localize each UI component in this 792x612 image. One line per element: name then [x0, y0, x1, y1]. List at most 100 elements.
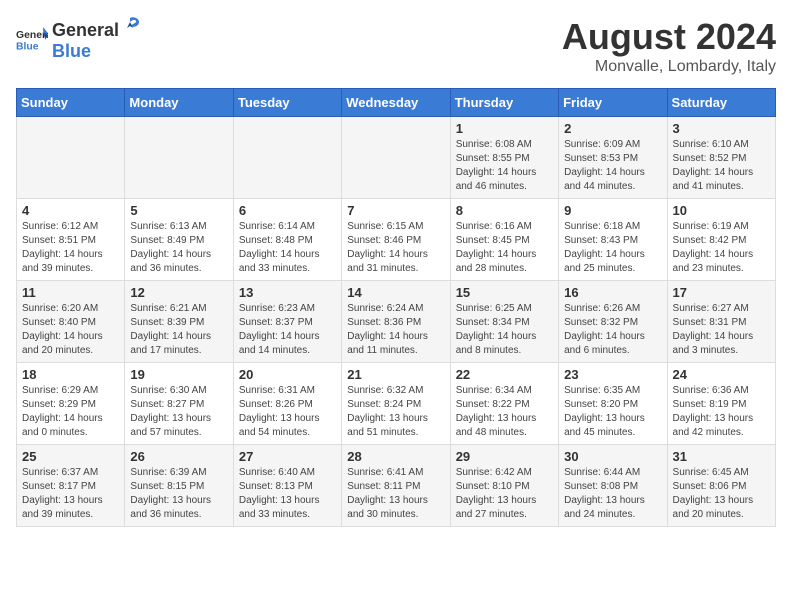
- cell-1-6: 10 Sunrise: 6:19 AM Sunset: 8:42 PM Dayli…: [667, 199, 775, 281]
- cell-4-2: 27 Sunrise: 6:40 AM Sunset: 8:13 PM Dayli…: [233, 445, 341, 527]
- day-number: 8: [456, 203, 553, 218]
- day-number: 7: [347, 203, 444, 218]
- day-number: 18: [22, 367, 119, 382]
- cell-1-2: 6Sunrise: 6:14 AM Sunset: 8:48 PM Daylig…: [233, 199, 341, 281]
- day-info: Sunrise: 6:24 AM Sunset: 8:36 PM Dayligh…: [347, 302, 444, 358]
- day-number: 27: [239, 449, 336, 464]
- cell-3-4: 22 Sunrise: 6:34 AM Sunset: 8:22 PM Dayli…: [450, 363, 558, 445]
- day-number: 19: [130, 367, 227, 382]
- day-info: Sunrise: 6:19 AM Sunset: 8:42 PM Dayligh…: [673, 220, 770, 276]
- day-info: Sunrise: 6:45 AM Sunset: 8:06 PM Dayligh…: [673, 466, 770, 522]
- day-info: Sunrise: 6:40 AM Sunset: 8:13 PM Dayligh…: [239, 466, 336, 522]
- day-info: Sunrise: 6:21 AM Sunset: 8:39 PM Dayligh…: [130, 302, 227, 358]
- cell-3-2: 20Sunrise: 6:31 AM Sunset: 8:26 PM Dayli…: [233, 363, 341, 445]
- header-row: SundayMondayTuesdayWednesdayThursdayFrid…: [17, 89, 776, 117]
- header-tuesday: Tuesday: [233, 89, 341, 117]
- day-info: Sunrise: 6:32 AM Sunset: 8:24 PM Dayligh…: [347, 384, 444, 440]
- header-thursday: Thursday: [450, 89, 558, 117]
- cell-0-6: 3Sunrise: 6:10 AM Sunset: 8:52 PM Daylig…: [667, 117, 775, 199]
- day-info: Sunrise: 6:25 AM Sunset: 8:34 PM Dayligh…: [456, 302, 553, 358]
- cell-2-1: 12 Sunrise: 6:21 AM Sunset: 8:39 PM Dayli…: [125, 281, 233, 363]
- header-wednesday: Wednesday: [342, 89, 450, 117]
- day-number: 10: [673, 203, 770, 218]
- svg-text:Blue: Blue: [16, 41, 39, 52]
- cell-3-0: 18 Sunrise: 6:29 AM Sunset: 8:29 PM Dayli…: [17, 363, 125, 445]
- day-number: 4: [22, 203, 119, 218]
- cell-2-6: 17Sunrise: 6:27 AM Sunset: 8:31 PM Dayli…: [667, 281, 775, 363]
- day-number: 30: [564, 449, 661, 464]
- day-info: Sunrise: 6:41 AM Sunset: 8:11 PM Dayligh…: [347, 466, 444, 522]
- cell-0-3: [342, 117, 450, 199]
- cell-1-5: 9 Sunrise: 6:18 AM Sunset: 8:43 PM Daylig…: [559, 199, 667, 281]
- cell-4-0: 25 Sunrise: 6:37 AM Sunset: 8:17 PM Dayli…: [17, 445, 125, 527]
- main-title: August 2024: [562, 16, 776, 58]
- cell-3-6: 24 Sunrise: 6:36 AM Sunset: 8:19 PM Dayli…: [667, 363, 775, 445]
- cell-3-3: 21 Sunrise: 6:32 AM Sunset: 8:24 PM Dayli…: [342, 363, 450, 445]
- week-row-3: 11Sunrise: 6:20 AM Sunset: 8:40 PM Dayli…: [17, 281, 776, 363]
- cell-1-0: 4 Sunrise: 6:12 AM Sunset: 8:51 PM Daylig…: [17, 199, 125, 281]
- day-info: Sunrise: 6:26 AM Sunset: 8:32 PM Dayligh…: [564, 302, 661, 358]
- day-info: Sunrise: 6:39 AM Sunset: 8:15 PM Dayligh…: [130, 466, 227, 522]
- day-number: 26: [130, 449, 227, 464]
- cell-2-5: 16 Sunrise: 6:26 AM Sunset: 8:32 PM Dayli…: [559, 281, 667, 363]
- day-number: 9: [564, 203, 661, 218]
- day-number: 5: [130, 203, 227, 218]
- cell-4-1: 26 Sunrise: 6:39 AM Sunset: 8:15 PM Dayli…: [125, 445, 233, 527]
- calendar-table: SundayMondayTuesdayWednesdayThursdayFrid…: [16, 88, 776, 527]
- day-info: Sunrise: 6:09 AM Sunset: 8:53 PM Dayligh…: [564, 138, 661, 194]
- day-number: 16: [564, 285, 661, 300]
- day-number: 25: [22, 449, 119, 464]
- cell-2-0: 11Sunrise: 6:20 AM Sunset: 8:40 PM Dayli…: [17, 281, 125, 363]
- title-area: August 2024 Monvalle, Lombardy, Italy: [562, 16, 776, 76]
- day-number: 24: [673, 367, 770, 382]
- day-number: 21: [347, 367, 444, 382]
- day-number: 28: [347, 449, 444, 464]
- week-row-1: 1Sunrise: 6:08 AM Sunset: 8:55 PM Daylig…: [17, 117, 776, 199]
- cell-3-1: 19Sunrise: 6:30 AM Sunset: 8:27 PM Dayli…: [125, 363, 233, 445]
- day-info: Sunrise: 6:23 AM Sunset: 8:37 PM Dayligh…: [239, 302, 336, 358]
- day-info: Sunrise: 6:18 AM Sunset: 8:43 PM Dayligh…: [564, 220, 661, 276]
- logo-bird-icon: [119, 16, 141, 36]
- day-info: Sunrise: 6:27 AM Sunset: 8:31 PM Dayligh…: [673, 302, 770, 358]
- cell-0-1: [125, 117, 233, 199]
- day-info: Sunrise: 6:37 AM Sunset: 8:17 PM Dayligh…: [22, 466, 119, 522]
- day-number: 15: [456, 285, 553, 300]
- cell-0-0: [17, 117, 125, 199]
- header: General Blue General Blue August 2024 Mo…: [16, 16, 776, 76]
- logo-general: General: [52, 20, 119, 41]
- day-info: Sunrise: 6:14 AM Sunset: 8:48 PM Dayligh…: [239, 220, 336, 276]
- day-info: Sunrise: 6:08 AM Sunset: 8:55 PM Dayligh…: [456, 138, 553, 194]
- day-info: Sunrise: 6:15 AM Sunset: 8:46 PM Dayligh…: [347, 220, 444, 276]
- cell-4-6: 31Sunrise: 6:45 AM Sunset: 8:06 PM Dayli…: [667, 445, 775, 527]
- cell-0-4: 1Sunrise: 6:08 AM Sunset: 8:55 PM Daylig…: [450, 117, 558, 199]
- day-info: Sunrise: 6:35 AM Sunset: 8:20 PM Dayligh…: [564, 384, 661, 440]
- header-saturday: Saturday: [667, 89, 775, 117]
- cell-4-3: 28 Sunrise: 6:41 AM Sunset: 8:11 PM Dayli…: [342, 445, 450, 527]
- cell-1-1: 5 Sunrise: 6:13 AM Sunset: 8:49 PM Daylig…: [125, 199, 233, 281]
- week-row-5: 25 Sunrise: 6:37 AM Sunset: 8:17 PM Dayli…: [17, 445, 776, 527]
- header-sunday: Sunday: [17, 89, 125, 117]
- day-number: 29: [456, 449, 553, 464]
- logo-icon: General Blue: [16, 25, 48, 53]
- day-number: 12: [130, 285, 227, 300]
- day-info: Sunrise: 6:13 AM Sunset: 8:49 PM Dayligh…: [130, 220, 227, 276]
- day-info: Sunrise: 6:42 AM Sunset: 8:10 PM Dayligh…: [456, 466, 553, 522]
- day-info: Sunrise: 6:16 AM Sunset: 8:45 PM Dayligh…: [456, 220, 553, 276]
- day-info: Sunrise: 6:20 AM Sunset: 8:40 PM Dayligh…: [22, 302, 119, 358]
- day-number: 2: [564, 121, 661, 136]
- day-info: Sunrise: 6:10 AM Sunset: 8:52 PM Dayligh…: [673, 138, 770, 194]
- cell-4-4: 29 Sunrise: 6:42 AM Sunset: 8:10 PM Dayli…: [450, 445, 558, 527]
- header-friday: Friday: [559, 89, 667, 117]
- header-monday: Monday: [125, 89, 233, 117]
- cell-2-2: 13Sunrise: 6:23 AM Sunset: 8:37 PM Dayli…: [233, 281, 341, 363]
- day-number: 22: [456, 367, 553, 382]
- day-info: Sunrise: 6:29 AM Sunset: 8:29 PM Dayligh…: [22, 384, 119, 440]
- logo-blue: Blue: [52, 41, 91, 61]
- cell-2-4: 15 Sunrise: 6:25 AM Sunset: 8:34 PM Dayli…: [450, 281, 558, 363]
- subtitle: Monvalle, Lombardy, Italy: [562, 58, 776, 76]
- day-info: Sunrise: 6:36 AM Sunset: 8:19 PM Dayligh…: [673, 384, 770, 440]
- day-info: Sunrise: 6:12 AM Sunset: 8:51 PM Dayligh…: [22, 220, 119, 276]
- day-info: Sunrise: 6:34 AM Sunset: 8:22 PM Dayligh…: [456, 384, 553, 440]
- week-row-4: 18 Sunrise: 6:29 AM Sunset: 8:29 PM Dayli…: [17, 363, 776, 445]
- day-info: Sunrise: 6:44 AM Sunset: 8:08 PM Dayligh…: [564, 466, 661, 522]
